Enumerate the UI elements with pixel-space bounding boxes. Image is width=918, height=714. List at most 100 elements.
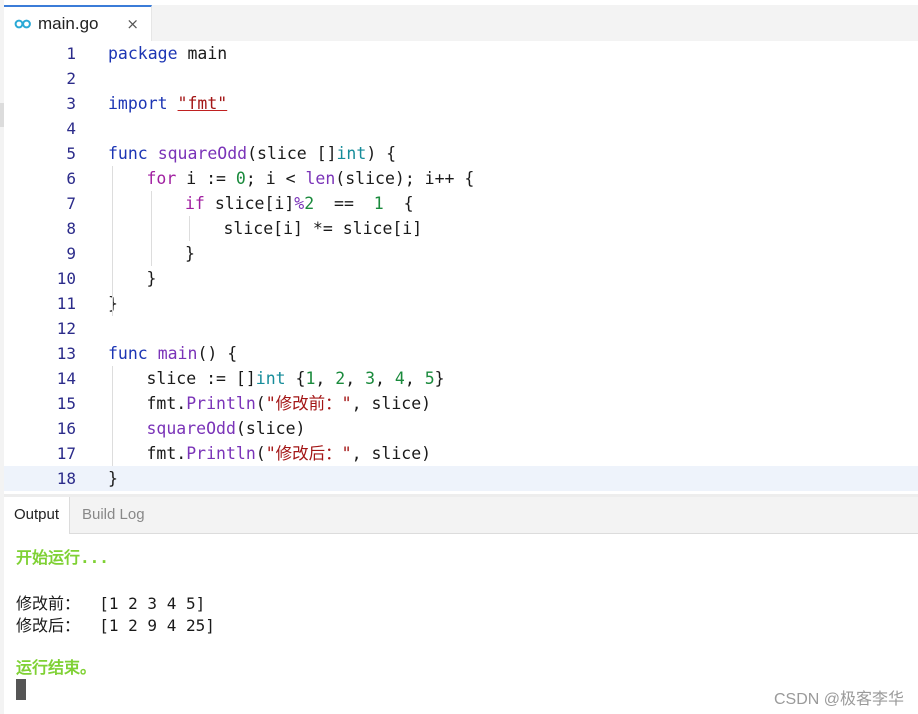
code-token: fmt. — [146, 444, 187, 463]
code-token: len — [305, 169, 336, 188]
code-token: ( — [255, 444, 266, 463]
code-text: for i := 0; i < len(slice); i++ { — [147, 166, 475, 191]
close-icon[interactable]: × — [126, 15, 139, 33]
code-text: import "fmt" — [108, 91, 227, 116]
output-line-after: 修改后： [1 2 9 4 25] — [16, 616, 215, 635]
line-number: 18 — [56, 469, 76, 488]
line-number: 3 — [66, 94, 76, 113]
code-token: , — [404, 369, 425, 388]
code-token: == — [324, 194, 364, 213]
code-text: slice := []int {1, 2, 3, 4, 5} — [147, 366, 445, 391]
code-token: () { — [197, 344, 238, 363]
code-token: } — [185, 244, 195, 263]
indent-guide — [112, 166, 113, 316]
line-number: 7 — [66, 194, 76, 213]
line-number: 11 — [56, 294, 76, 313]
code-line[interactable]: 15 fmt.Println("修改前：", slice) — [4, 391, 918, 416]
tab-main-go[interactable]: main.go × — [4, 5, 152, 41]
code-token: { — [295, 369, 306, 388]
code-token: Println — [186, 444, 256, 463]
code-token: squareOdd — [146, 419, 236, 438]
go-icon — [14, 17, 32, 31]
code-line[interactable]: 12 — [4, 316, 918, 341]
code-token: package — [108, 44, 178, 63]
line-number: 6 — [66, 169, 76, 188]
line-number: 2 — [66, 69, 76, 88]
code-token: (slice [] — [247, 144, 337, 163]
line-number: 16 — [56, 419, 76, 438]
code-token: 5 — [424, 369, 435, 388]
code-line[interactable]: 2 — [4, 66, 918, 91]
code-token: , slice) — [351, 394, 432, 413]
code-editor[interactable]: 1 package main 2 3 import "fmt" 4 5 func square… — [4, 41, 918, 494]
code-token: 2 — [304, 194, 315, 213]
code-token: } — [434, 369, 445, 388]
code-line[interactable]: 16 squareOdd(slice) — [4, 416, 918, 441]
tab-label: main.go — [38, 14, 99, 33]
code-text: func squareOdd(slice []int) { — [108, 141, 396, 166]
indent-guide — [150, 191, 152, 266]
code-token: } — [146, 269, 157, 288]
tab-output[interactable]: Output — [4, 497, 71, 534]
code-line[interactable]: 6 for i := 0; i < len(slice); i++ { — [4, 166, 918, 191]
code-token: , slice) — [351, 444, 432, 463]
code-token: ; i < — [245, 169, 306, 188]
code-text: func main() { — [108, 341, 237, 366]
code-token: if — [185, 194, 205, 213]
code-token: (slice) — [235, 419, 306, 438]
code-text: } — [108, 466, 118, 491]
terminal-cursor — [16, 679, 26, 700]
code-token: int — [336, 144, 367, 163]
line-number: 8 — [66, 219, 76, 238]
code-text: fmt.Println("修改后：", slice) — [147, 441, 432, 466]
code-token: fmt. — [146, 394, 187, 413]
code-line[interactable]: 7 if slice[i]%2 == 1 { — [4, 191, 918, 216]
code-text: } — [185, 241, 195, 266]
code-text: slice[i] *= slice[i] — [224, 216, 423, 241]
code-text: fmt.Println("修改前：", slice) — [147, 391, 432, 416]
code-token: main — [157, 344, 198, 363]
code-line[interactable]: 3 import "fmt" — [4, 91, 918, 116]
line-number: 9 — [66, 244, 76, 263]
code-line[interactable]: 10} — [4, 266, 918, 291]
code-line[interactable]: 8 slice[i] *= slice[i] — [4, 216, 918, 241]
code-token: 1 — [373, 194, 384, 213]
code-token: for — [146, 169, 177, 188]
output-end-message: 运行结束。 — [16, 658, 97, 677]
code-token: Println — [186, 394, 256, 413]
code-token: int — [255, 369, 286, 388]
code-token: { — [393, 194, 414, 213]
code-token: func — [108, 144, 148, 163]
line-number: 17 — [56, 444, 76, 463]
code-token: slice[i] *= slice[i] — [223, 219, 423, 238]
code-line[interactable]: 5 func squareOdd(slice []int) { — [4, 141, 918, 166]
code-token: slice := [] — [146, 369, 256, 388]
output-panel[interactable]: 开始运行... 修改前： [1 2 3 4 5] 修改后： [1 2 9 4 2… — [4, 534, 918, 714]
code-text: if slice[i]%2 == 1 { — [185, 191, 414, 216]
line-number: 12 — [56, 319, 76, 338]
line-number: 5 — [66, 144, 76, 163]
code-text: } — [147, 266, 157, 291]
code-line[interactable]: 17 fmt.Println("修改后：", slice) — [4, 441, 918, 466]
code-token: "修改后：" — [265, 444, 352, 463]
code-token: main — [187, 44, 228, 63]
code-line[interactable]: 11} — [4, 291, 918, 316]
code-token: slice[i] — [214, 194, 295, 213]
code-token: ( — [255, 394, 266, 413]
watermark: CSDN @极客李华 — [773, 691, 904, 708]
code-line[interactable]: 13 func main() { — [4, 341, 918, 366]
code-line[interactable]: 18} — [4, 466, 918, 491]
code-text: package main — [108, 41, 227, 66]
tab-build-log[interactable]: Build Log — [72, 497, 155, 533]
output-line-before: 修改前： [1 2 3 4 5] — [16, 594, 206, 613]
code-line[interactable]: 14 slice := []int {1, 2, 3, 4, 5} — [4, 366, 918, 391]
code-line[interactable]: 9} — [4, 241, 918, 266]
code-token: i := — [186, 169, 236, 188]
line-number: 14 — [56, 369, 76, 388]
code-token: 3 — [365, 369, 376, 388]
panel-tab-bar: Output Build Log — [4, 497, 918, 534]
code-line[interactable]: 1 package main — [4, 41, 918, 66]
code-line[interactable]: 4 — [4, 116, 918, 141]
editor-tab-bar: main.go × — [4, 5, 918, 42]
code-token: "修改前：" — [265, 394, 352, 413]
